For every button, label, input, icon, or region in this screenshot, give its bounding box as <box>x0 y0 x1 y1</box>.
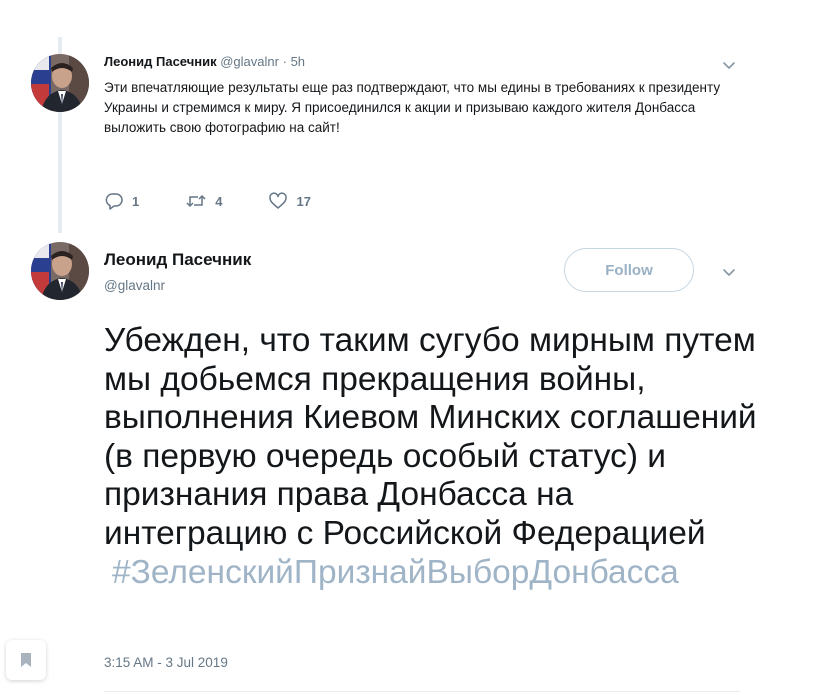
reply-author-name[interactable]: Леонид Пасечник <box>104 54 217 69</box>
retweet-icon <box>186 194 206 208</box>
like-icon <box>269 192 288 209</box>
reply-text: Эти впечатляющие результаты еще раз подт… <box>104 80 721 135</box>
bookmark-button[interactable] <box>6 640 46 680</box>
reply-actions: 1 4 17 <box>104 192 357 210</box>
reply-header: Леонид Пасечник @glavalnr · 5h <box>104 54 305 69</box>
tweet-timestamp[interactable]: 3:15 AM - 3 Jul 2019 <box>104 655 228 670</box>
main-author-name[interactable]: Леонид Пасечник <box>104 250 251 270</box>
avatar[interactable] <box>31 54 89 112</box>
hashtag-link[interactable]: #ЗеленскийПризнайВыборДонбасса <box>104 554 764 593</box>
header-separator: · <box>282 54 287 69</box>
divider <box>104 691 740 692</box>
reply-time[interactable]: 5h <box>291 54 305 69</box>
reply-count: 1 <box>132 193 140 209</box>
avatar-image <box>31 242 89 300</box>
chevron-down-icon[interactable] <box>721 264 737 280</box>
main-tweet-body: Убежден, что таким сугубо мирным путем м… <box>104 322 764 593</box>
main-author-handle[interactable]: @glavalnr <box>104 278 165 293</box>
like-count: 17 <box>296 193 311 209</box>
like-button[interactable]: 17 <box>268 192 311 210</box>
reply-button[interactable]: 1 <box>104 192 139 210</box>
main-tweet-text: Убежден, что таким сугубо мирным путем м… <box>104 322 757 552</box>
reply-author-handle[interactable]: @glavalnr <box>220 54 279 69</box>
avatar-image <box>31 54 89 112</box>
follow-button[interactable]: Follow <box>564 248 694 292</box>
retweet-button[interactable]: 4 <box>185 192 222 210</box>
reply-icon <box>105 193 123 210</box>
bookmark-icon <box>21 653 31 667</box>
avatar[interactable] <box>31 242 89 300</box>
retweet-count: 4 <box>215 193 223 209</box>
chevron-down-icon[interactable] <box>721 57 737 73</box>
